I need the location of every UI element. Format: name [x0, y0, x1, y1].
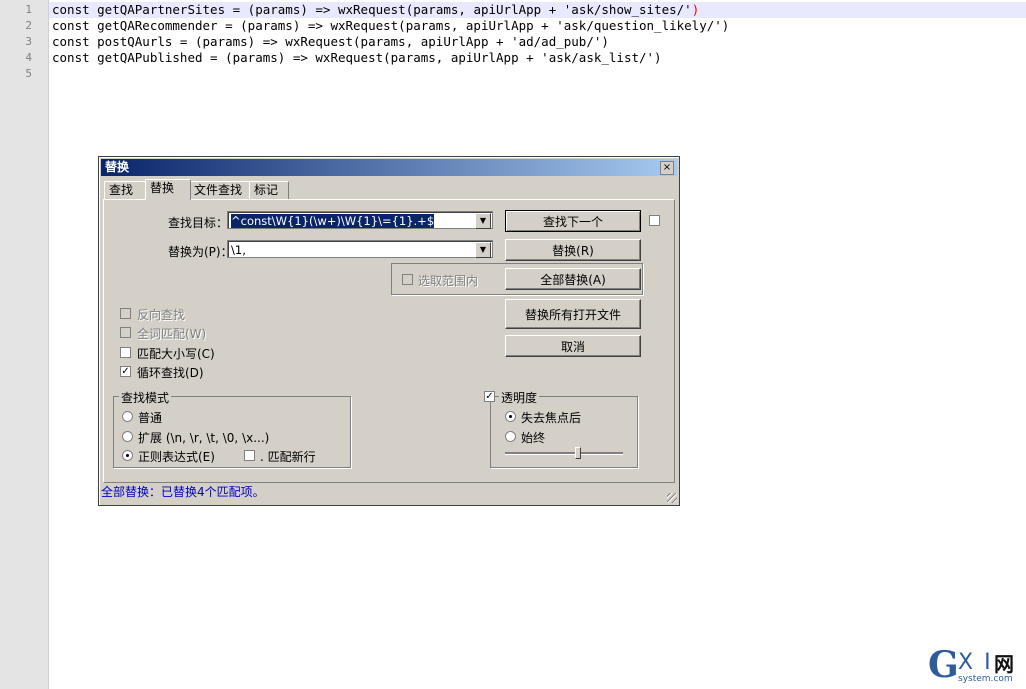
find-next-button[interactable]: 查找下一个 — [505, 210, 641, 232]
code-text: const getQAPartnerSites = (params) => wx… — [52, 2, 406, 17]
replace-panel: 查找目标： ^const\W{1}(\w+)\W{1}\={1}.+$ ▼ 查找… — [103, 199, 675, 483]
search-mode-title: 查找模式 — [119, 389, 172, 406]
find-next-option-checkbox[interactable] — [649, 215, 660, 226]
find-input-value: ^const\W{1}(\w+)\W{1}\={1}.+$ — [231, 214, 435, 228]
wrap-around-label: 循环查找(D) — [137, 366, 204, 380]
mode-extended-label: 扩展 (\n, \r, \t, \0, \x...) — [138, 431, 270, 445]
code-text: params, apiUrlApp + 'ask/show_sites/' — [413, 2, 692, 17]
paren-close-highlight: ) — [691, 2, 700, 17]
code-line[interactable] — [49, 66, 52, 82]
replace-all-button[interactable]: 全部替换(A) — [505, 268, 641, 290]
find-input[interactable]: ^const\W{1}(\w+)\W{1}\={1}.+$ ▼ — [227, 211, 493, 229]
close-icon[interactable]: × — [660, 161, 674, 175]
match-case-label: 匹配大小写(C) — [137, 347, 215, 361]
backward-label: 反向查找 — [137, 308, 186, 322]
transparency-slider-track[interactable] — [505, 452, 623, 455]
logo-cn: 网 — [994, 652, 1014, 676]
site-logo: G X I 网 system.com — [928, 646, 1022, 686]
tab-mark[interactable]: 标记 — [249, 181, 289, 199]
code-line[interactable]: const postQAurls = (params) => wxRequest… — [49, 34, 609, 50]
replace-button[interactable]: 替换(R) — [505, 239, 641, 261]
wrap-around-checkbox[interactable]: ✓ — [120, 366, 131, 377]
code-line-current[interactable]: const getQAPartnerSites = (params) => wx… — [49, 2, 1026, 18]
status-bar: 全部替换：已替换4个匹配项。 — [101, 485, 265, 499]
whole-word-label: 全词匹配(W) — [137, 327, 207, 341]
in-selection-checkbox[interactable] — [402, 274, 413, 285]
dot-newline-checkbox[interactable] — [244, 450, 255, 461]
replace-input[interactable]: \1, ▼ — [227, 240, 493, 258]
line-number-gutter: 1 2 3 4 5 — [0, 0, 49, 689]
cancel-button[interactable]: 取消 — [505, 335, 641, 357]
replace-all-open-files-button[interactable]: 替换所有打开文件 — [505, 299, 641, 329]
always-label: 始终 — [521, 431, 546, 445]
mode-normal-label: 普通 — [138, 411, 163, 425]
on-lose-focus-radio[interactable] — [505, 411, 516, 422]
tab-find[interactable]: 查找 — [104, 181, 150, 199]
replace-input-value: \1, — [231, 243, 246, 257]
logo-letters: X I — [958, 650, 993, 675]
line-number: 5 — [25, 67, 32, 80]
mode-normal-radio[interactable] — [122, 411, 133, 422]
line-number: 4 — [25, 51, 32, 64]
line-number: 2 — [25, 19, 32, 32]
tab-replace[interactable]: 替换 — [145, 179, 191, 200]
whole-word-checkbox[interactable] — [120, 327, 131, 338]
mode-extended-radio[interactable] — [122, 431, 133, 442]
line-number: 1 — [25, 3, 32, 16]
dialog-titlebar[interactable]: 替换 × — [101, 159, 677, 176]
transparency-checkbox[interactable]: ✓ — [484, 391, 495, 402]
in-selection-label: 选取范围内 — [418, 274, 479, 288]
line-number: 3 — [25, 35, 32, 48]
match-case-checkbox[interactable] — [120, 347, 131, 358]
replace-label: 替换为(P)： — [168, 245, 233, 259]
find-label: 查找目标： — [168, 216, 229, 230]
dialog-title: 替换 — [105, 160, 130, 174]
chevron-down-icon[interactable]: ▼ — [475, 213, 491, 229]
backward-checkbox[interactable] — [120, 308, 131, 319]
chevron-down-icon[interactable]: ▼ — [475, 242, 491, 258]
transparency-slider-thumb[interactable] — [575, 447, 582, 459]
mode-regex-radio[interactable] — [122, 450, 133, 461]
logo-domain: system.com — [958, 674, 1013, 684]
dot-newline-label: . 匹配新行 — [260, 450, 316, 464]
mode-regex-label: 正则表达式(E) — [138, 450, 215, 464]
code-line[interactable]: const getQAPublished = (params) => wxReq… — [49, 50, 662, 66]
code-line[interactable]: const getQARecommender = (params) => wxR… — [49, 18, 729, 34]
logo-letter-g: G — [928, 644, 959, 686]
replace-dialog: 替换 × 查找 替换 文件查找 标记 查找目标： ^const\W{1}(\w+… — [98, 156, 680, 506]
transparency-title: 透明度 — [499, 389, 540, 406]
resize-grip-icon[interactable] — [667, 493, 677, 503]
on-lose-focus-label: 失去焦点后 — [521, 411, 582, 425]
always-radio[interactable] — [505, 431, 516, 442]
tab-find-in-files[interactable]: 文件查找 — [189, 181, 251, 199]
